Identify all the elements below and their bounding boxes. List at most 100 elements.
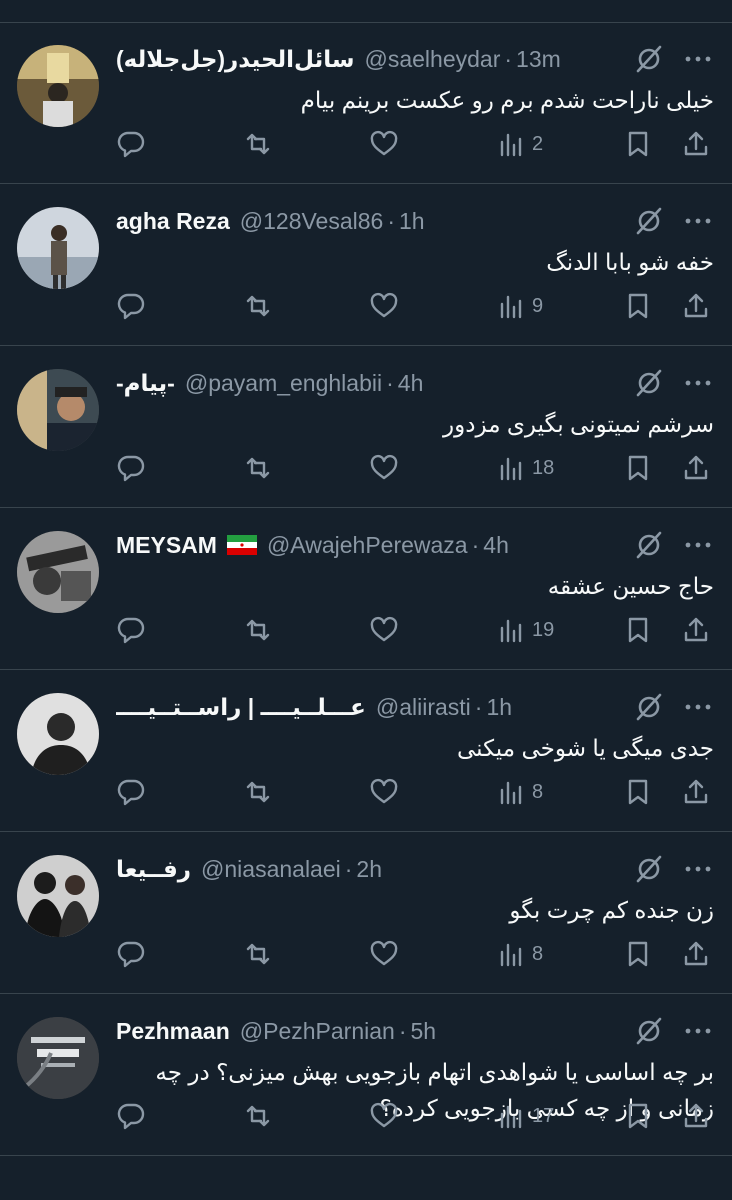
retweet-button[interactable] [243, 286, 273, 326]
bookmark-button[interactable] [623, 1096, 653, 1136]
view-count: 8 [532, 780, 544, 803]
avatar[interactable] [17, 693, 99, 775]
reply-tweet[interactable]: عـــلــیــــ | راســتــیــــ @aliirasti … [0, 670, 732, 832]
timestamp[interactable]: 1h [486, 694, 512, 721]
user-handle[interactable]: @AwajehPerewaza [267, 532, 468, 559]
like-button[interactable] [369, 772, 399, 812]
reply-tweet[interactable]: Pezhmaan @PezhParnian · 5h بر چه اساسی ی… [0, 994, 732, 1156]
avatar[interactable] [17, 45, 99, 127]
user-handle[interactable]: @payam_enghlabii [185, 370, 382, 397]
display-name[interactable]: عـــلــیــــ | راســتــیــــ [116, 694, 366, 721]
reply-button[interactable] [116, 448, 146, 488]
display-name[interactable]: -پیام- [116, 370, 175, 397]
like-button[interactable] [369, 286, 399, 326]
tweet-header: Pezhmaan @PezhParnian · 5h [116, 1012, 622, 1050]
more-options-icon[interactable] [682, 46, 714, 72]
user-handle[interactable]: @saelheydar [364, 46, 500, 73]
timestamp[interactable]: 2h [356, 856, 382, 883]
timestamp[interactable]: 4h [483, 532, 509, 559]
bookmark-button[interactable] [623, 448, 653, 488]
views-button[interactable]: 8 [496, 772, 543, 812]
bookmark-button[interactable] [623, 772, 653, 812]
avatar[interactable] [17, 369, 99, 451]
retweet-button[interactable] [243, 610, 273, 650]
more-options-icon[interactable] [682, 208, 714, 234]
retweet-button[interactable] [243, 448, 273, 488]
display-name[interactable]: Pezhmaan [116, 1018, 230, 1045]
share-button[interactable] [681, 1096, 711, 1136]
avatar[interactable] [17, 1017, 99, 1099]
timestamp[interactable]: 13m [516, 46, 561, 73]
action-bar: 19 [0, 610, 732, 650]
like-button[interactable] [369, 610, 399, 650]
reply-button[interactable] [116, 286, 146, 326]
bookmark-button[interactable] [623, 934, 653, 974]
grok-icon[interactable] [634, 206, 664, 236]
reply-tweet[interactable]: سائل‌الحیدر(جل‌جلاله) @saelheydar · 13m … [0, 22, 732, 184]
like-button[interactable] [369, 448, 399, 488]
avatar[interactable] [17, 207, 99, 289]
timestamp[interactable]: 1h [399, 208, 425, 235]
view-count: 2 [532, 132, 544, 155]
user-handle[interactable]: @128Vesal86 [240, 208, 384, 235]
timestamp[interactable]: 5h [411, 1018, 437, 1045]
share-button[interactable] [681, 286, 711, 326]
views-chart-icon [500, 133, 522, 157]
reply-button[interactable] [116, 610, 146, 650]
reply-tweet[interactable]: رفــیعا @niasanalaei · 2h زن جنده کم چرت… [0, 832, 732, 994]
like-button[interactable] [369, 1096, 399, 1136]
grok-icon[interactable] [634, 692, 664, 722]
display-name[interactable]: agha Reza [116, 208, 230, 235]
grok-icon[interactable] [634, 44, 664, 74]
retweet-button[interactable] [243, 772, 273, 812]
user-handle[interactable]: @niasanalaei [201, 856, 341, 883]
reply-button[interactable] [116, 1096, 146, 1136]
reply-tweet[interactable]: MEYSAM @AwajehPerewaza · 4h حاج حسین عشق… [0, 508, 732, 670]
views-button[interactable]: 18 [496, 448, 554, 488]
retweet-button[interactable] [243, 124, 273, 164]
views-button[interactable]: 8 [496, 934, 543, 974]
user-handle[interactable]: @PezhParnian [240, 1018, 395, 1045]
views-button[interactable]: 2 [496, 124, 543, 164]
reply-tweet[interactable]: -پیام- @payam_enghlabii · 4h سرشم نمیتون… [0, 346, 732, 508]
views-button[interactable]: 19 [496, 610, 554, 650]
grok-icon[interactable] [634, 1016, 664, 1046]
bookmark-button[interactable] [623, 610, 653, 650]
reply-button[interactable] [116, 934, 146, 974]
more-options-icon[interactable] [682, 694, 714, 720]
bookmark-button[interactable] [623, 124, 653, 164]
more-options-icon[interactable] [682, 532, 714, 558]
reply-button[interactable] [116, 124, 146, 164]
share-button[interactable] [681, 448, 711, 488]
timestamp[interactable]: 4h [398, 370, 424, 397]
share-button[interactable] [681, 772, 711, 812]
grok-icon[interactable] [634, 854, 664, 884]
retweet-button[interactable] [243, 1096, 273, 1136]
view-count: 18 [532, 456, 555, 479]
reply-tweet[interactable]: agha Reza @128Vesal86 · 1h خفه شو بابا ا… [0, 184, 732, 346]
retweet-button[interactable] [243, 934, 273, 974]
views-button[interactable]: 9 [496, 286, 543, 326]
more-options-icon[interactable] [682, 370, 714, 396]
bookmark-icon [628, 941, 648, 967]
grok-icon[interactable] [634, 368, 664, 398]
more-options-icon[interactable] [682, 856, 714, 882]
share-button[interactable] [681, 124, 711, 164]
display-name[interactable]: MEYSAM [116, 532, 217, 559]
grok-icon[interactable] [634, 530, 664, 560]
like-button[interactable] [369, 934, 399, 974]
views-button[interactable]: 17 [496, 1096, 554, 1136]
share-button[interactable] [681, 610, 711, 650]
share-button[interactable] [681, 934, 711, 974]
user-handle[interactable]: @aliirasti [376, 694, 471, 721]
separator-dot: · [398, 1017, 407, 1044]
like-button[interactable] [369, 124, 399, 164]
reply-button[interactable] [116, 772, 146, 812]
bookmark-button[interactable] [623, 286, 653, 326]
avatar[interactable] [17, 855, 99, 937]
reply-icon [117, 1103, 145, 1130]
avatar[interactable] [17, 531, 99, 613]
more-options-icon[interactable] [682, 1018, 714, 1044]
display-name[interactable]: سائل‌الحیدر(جل‌جلاله) [116, 46, 354, 73]
display-name[interactable]: رفــیعا [116, 856, 191, 883]
